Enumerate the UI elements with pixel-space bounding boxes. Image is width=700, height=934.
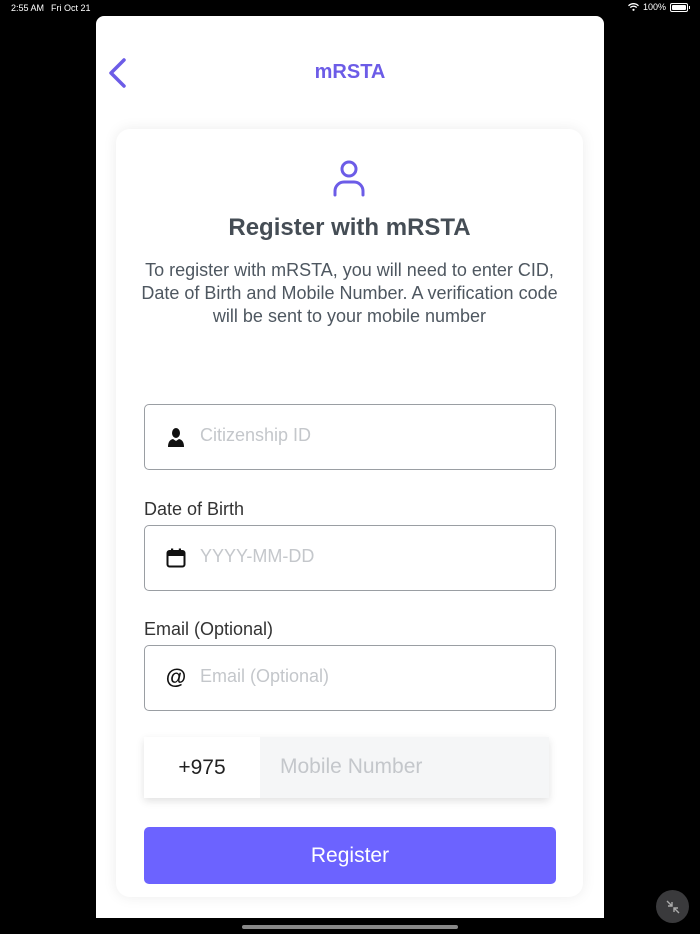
status-date: Fri Oct 21 — [51, 3, 91, 13]
mobile-number-row: +975 Mobile Number — [144, 737, 549, 798]
email-label: Email (Optional) — [144, 619, 274, 639]
card-description: To register with mRSTA, you will need to… — [141, 260, 558, 326]
calendar-icon — [165, 547, 187, 569]
page-title: mRSTA — [314, 61, 386, 83]
person-icon — [165, 426, 187, 448]
date-of-birth-field[interactable]: YYYY-MM-DD — [144, 525, 556, 591]
battery-percent: 100% — [642, 2, 666, 12]
modal-sheet: mRSTA Register with mRSTA To register wi… — [96, 16, 604, 918]
card-title: Register with mRSTA — [228, 214, 471, 241]
country-code-selector[interactable]: +975 — [144, 737, 260, 798]
status-bar: 2:55 AM Fri Oct 21 100% — [0, 0, 700, 16]
date-of-birth-placeholder: YYYY-MM-DD — [200, 546, 315, 566]
wifi-icon — [628, 3, 639, 11]
mobile-number-input[interactable]: Mobile Number — [280, 755, 422, 779]
dob-label: Date of Birth — [144, 499, 245, 519]
citizenship-id-placeholder: Citizenship ID — [200, 425, 312, 445]
citizenship-id-field[interactable]: Citizenship ID — [144, 404, 556, 470]
register-card: Register with mRSTA To register with mRS… — [116, 129, 583, 897]
at-icon: @ — [165, 666, 187, 689]
collapse-arrows-icon — [666, 900, 679, 913]
battery-tip — [689, 5, 690, 9]
status-time: 2:55 AM — [11, 3, 45, 13]
email-placeholder: Email (Optional) — [200, 666, 330, 686]
collapse-button[interactable] — [656, 890, 689, 923]
battery-icon — [670, 2, 688, 12]
status-indicators: 100% — [628, 2, 690, 12]
person-outline-icon — [333, 160, 365, 197]
home-indicator — [242, 925, 458, 929]
email-field[interactable]: @ Email (Optional) — [144, 645, 556, 711]
register-button[interactable]: Register — [144, 827, 556, 884]
